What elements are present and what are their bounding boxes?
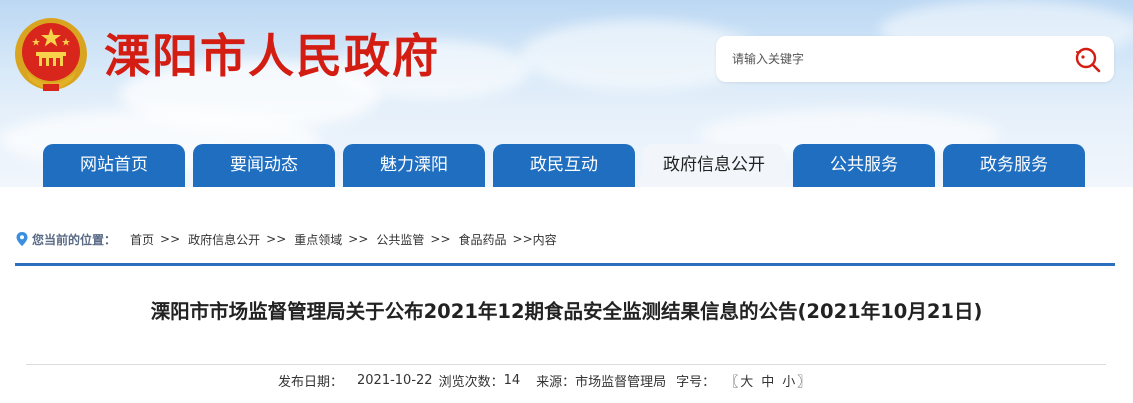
search-icon[interactable] bbox=[1072, 44, 1104, 74]
breadcrumb-item-public-supervision[interactable]: 公共监管 bbox=[376, 231, 424, 248]
search-box bbox=[716, 36, 1114, 82]
breadcrumb-item-food-drugs[interactable]: 食品药品 bbox=[459, 231, 507, 248]
nav-tab-home[interactable]: 网站首页 bbox=[43, 144, 185, 187]
breadcrumb-current: 内容 bbox=[532, 232, 557, 247]
nav-tab-gov-service[interactable]: 政务服务 bbox=[943, 144, 1085, 187]
views-label: 浏览次数： bbox=[438, 374, 504, 390]
breadcrumb-item-home[interactable]: 首页 bbox=[130, 231, 154, 248]
font-size-bracket-open: 〖 bbox=[725, 374, 739, 390]
breadcrumb-item-key-areas[interactable]: 重点领域 bbox=[294, 231, 342, 248]
nav-tab-interaction[interactable]: 政民互动 bbox=[493, 144, 635, 187]
breadcrumb-separator: >> bbox=[430, 232, 451, 246]
font-size-label: 字号： bbox=[676, 374, 716, 390]
font-size-small-button[interactable]: 小 bbox=[780, 371, 797, 390]
source-value: 市场监督管理局 bbox=[575, 374, 667, 390]
section-divider bbox=[15, 263, 1115, 266]
breadcrumb: 您当前的位置： 首页 >> 政府信息公开 >> 重点领域 >> 公共监管 >> … bbox=[16, 229, 557, 249]
title-divider bbox=[26, 364, 1106, 365]
views-count: 14 bbox=[503, 372, 521, 388]
main-nav: 网站首页 要闻动态 魅力溧阳 政民互动 政府信息公开 公共服务 政务服务 bbox=[0, 144, 1133, 187]
search-input[interactable] bbox=[732, 48, 1052, 70]
font-size-large-button[interactable]: 大 bbox=[738, 371, 755, 390]
article-title: 溧阳市市场监督管理局关于公布2021年12期食品安全监测结果信息的公告(2021… bbox=[150, 300, 983, 323]
publish-date: 2021-10-22 bbox=[357, 372, 433, 388]
national-emblem-icon bbox=[15, 18, 87, 91]
breadcrumb-separator: >> bbox=[512, 232, 533, 246]
site-title: 溧阳市人民政府 bbox=[104, 29, 440, 83]
nav-tab-public-service[interactable]: 公共服务 bbox=[793, 144, 935, 187]
breadcrumb-label: 您当前的位置： bbox=[32, 232, 117, 247]
source-label: 来源： bbox=[536, 374, 576, 390]
publish-date-label: 发布日期： bbox=[278, 374, 344, 390]
location-pin-icon bbox=[16, 232, 28, 246]
font-size-bracket-close: 〗 bbox=[797, 374, 811, 390]
breadcrumb-separator: >> bbox=[348, 232, 369, 246]
breadcrumb-separator: >> bbox=[266, 232, 287, 246]
nav-tab-charm[interactable]: 魅力溧阳 bbox=[343, 144, 485, 187]
article-meta: 发布日期： 2021-10-22 浏览次数： 14 来源： 市场监督管理局 字号… bbox=[278, 371, 811, 390]
breadcrumb-item-gov-info[interactable]: 政府信息公开 bbox=[188, 231, 260, 248]
font-size-medium-button[interactable]: 中 bbox=[759, 371, 776, 390]
breadcrumb-separator: >> bbox=[160, 232, 181, 246]
nav-tab-news[interactable]: 要闻动态 bbox=[193, 144, 335, 187]
nav-tab-gov-info[interactable]: 政府信息公开 bbox=[643, 144, 785, 187]
